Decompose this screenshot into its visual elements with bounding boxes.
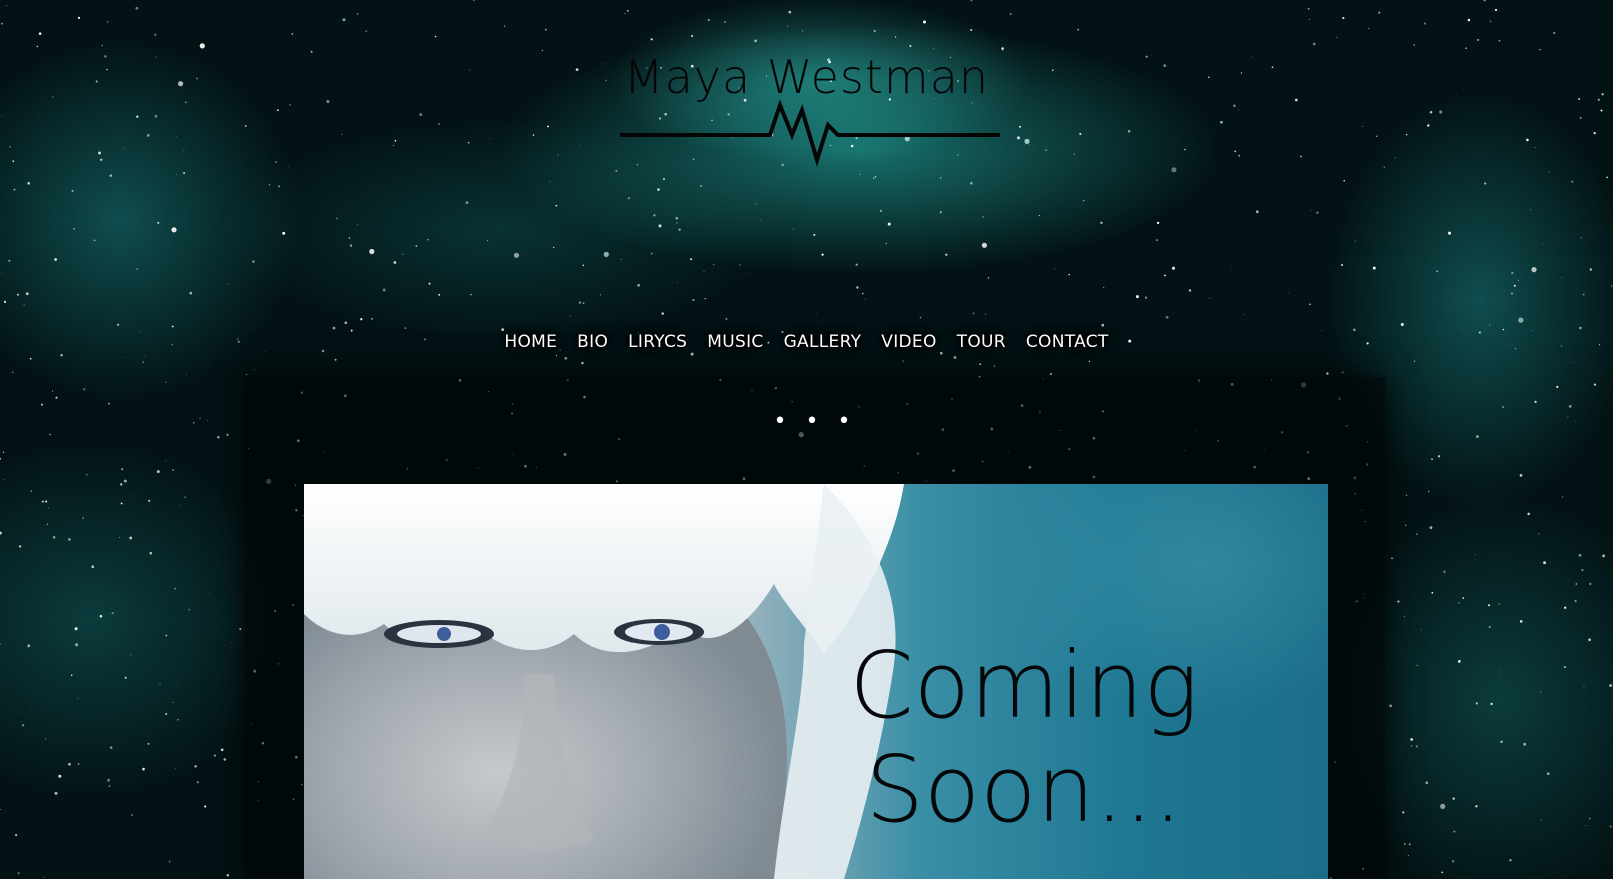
nav-music[interactable]: MUSIC	[707, 330, 763, 354]
nav-lirycs[interactable]: LIRYCS	[628, 330, 687, 354]
nav-video[interactable]: VIDEO	[881, 330, 936, 354]
hero-banner: Coming Soon...	[304, 484, 1328, 879]
coming-soon-line-1: Coming	[849, 632, 1199, 739]
main-navigation: HOME BIO LIRYCS MUSIC GALLERY VIDEO TOUR CONTAC…	[0, 330, 1613, 354]
coming-soon-line-2: Soon...	[865, 736, 1183, 843]
nav-gallery[interactable]: GALLERY	[784, 330, 862, 354]
slideshow-dots[interactable]: • • •	[245, 409, 1385, 434]
site-title[interactable]: Maya Westman	[0, 50, 1613, 104]
page-background: Maya Westman HOME BIO LIRYCS MUSIC GALLERY VI…	[0, 0, 1613, 879]
nav-contact[interactable]: CONTACT	[1026, 330, 1109, 354]
content-panel: • • • Coming Soon...	[245, 377, 1385, 879]
nav-bio[interactable]: BIO	[577, 330, 608, 354]
heartbeat-line-icon	[620, 100, 1000, 167]
nav-home[interactable]: HOME	[504, 330, 557, 354]
coming-soon-heading: Coming Soon...	[824, 634, 1224, 842]
nav-tour[interactable]: TOUR	[957, 330, 1006, 354]
